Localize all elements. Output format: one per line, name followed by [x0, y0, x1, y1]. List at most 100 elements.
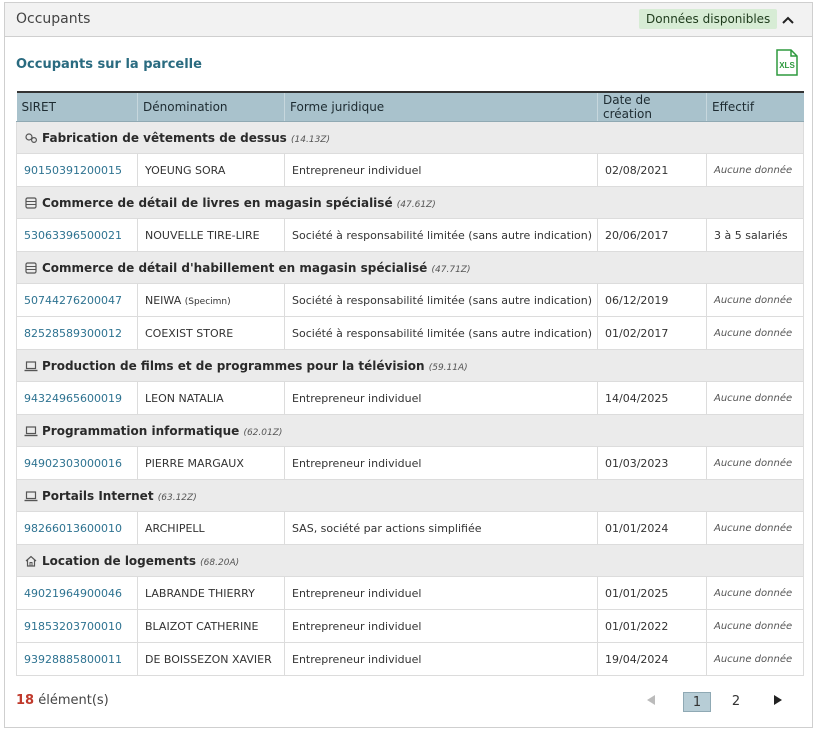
group-code: (63.12Z) [157, 492, 197, 503]
siret-link[interactable]: 49021964900046 [16, 576, 138, 610]
table-row: 94902303000016 PIERRE MARGAUX Entrepreneur… [16, 446, 804, 480]
page-1-button[interactable]: 1 [683, 692, 711, 712]
group-code: (47.61Z) [396, 199, 436, 210]
siret-link[interactable]: 94324965600019 [16, 381, 138, 415]
company-name: COEXIST STORE [137, 316, 285, 350]
company-name: LEON NATALIA [137, 381, 285, 415]
creation-date: 01/03/2023 [597, 446, 707, 480]
group-row: Location de logements (68.20A) [16, 544, 804, 577]
staff-count: Aucune donnée [706, 446, 804, 480]
laptop-icon [24, 424, 42, 438]
group-label: Fabrication de vêtements de dessus [42, 130, 287, 145]
group-label: Programmation informatique [42, 423, 240, 438]
table-row: 91853203700010 BLAIZOT CATHERINE Entrepren… [16, 609, 804, 643]
legal-form: Société à responsabilité limitée (sans a… [284, 218, 598, 252]
count-value: 18 [16, 693, 35, 708]
creation-date: 19/04/2024 [597, 642, 707, 676]
laptop-icon [24, 359, 42, 373]
laptop-icon [24, 489, 42, 503]
xls-label: XLS [779, 61, 795, 70]
count-label: élément(s) [38, 693, 109, 708]
group-row: Commerce de détail de livres en magasin … [16, 186, 804, 219]
house-icon [24, 554, 42, 568]
table-row: 82528589300012 COEXIST STORE Société à res… [16, 316, 804, 350]
company-name: LABRANDE THIERRY [137, 576, 285, 610]
company-name-text: NEIWA [145, 293, 182, 307]
siret-link[interactable]: 53063396500021 [16, 218, 138, 252]
company-name: ARCHIPELL [137, 511, 285, 545]
staff-count: Aucune donnée [706, 316, 804, 350]
xls-export-button[interactable]: XLS [772, 48, 800, 78]
section-title: Occupants sur la parcelle [16, 57, 202, 72]
panel-header[interactable]: Occupants Données disponibles [5, 3, 812, 37]
creation-date: 01/02/2017 [597, 316, 707, 350]
group-label: Commerce de détail d'habillement en maga… [42, 260, 428, 275]
triangle-right-icon [774, 695, 782, 705]
legal-form: Société à responsabilité limitée (sans a… [284, 316, 598, 350]
legal-form: Entrepreneur individuel [284, 576, 598, 610]
table-row: 49021964900046 LABRANDE THIERRY Entreprene… [16, 576, 804, 610]
availability-badge: Données disponibles [639, 9, 778, 29]
siret-link[interactable]: 90150391200015 [16, 153, 138, 187]
creation-date: 01/01/2025 [597, 576, 707, 610]
company-name: NOUVELLE TIRE-LIRE [137, 218, 285, 252]
group-cell: Commerce de détail d'habillement en maga… [16, 251, 804, 284]
siret-link[interactable]: 91853203700010 [16, 609, 138, 643]
group-row: Commerce de détail d'habillement en maga… [16, 251, 804, 284]
group-code: (68.20A) [200, 557, 240, 568]
table-row: 90150391200015 YOEUNG SORA Entrepreneur in… [16, 153, 804, 187]
table-header-row: SIRET Dénomination Forme juridique Date de … [16, 91, 804, 122]
creation-date: 06/12/2019 [597, 283, 707, 317]
group-cell: Programmation informatique (62.01Z) [16, 414, 804, 447]
staff-count: Aucune donnée [706, 609, 804, 643]
occupants-panel: Occupants Données disponibles Occupants … [4, 2, 813, 728]
group-code: (59.11A) [428, 362, 468, 373]
group-code: (62.01Z) [243, 427, 283, 438]
company-name-suffix: (Specimn) [184, 296, 231, 307]
group-label: Production de films et de programmes pou… [42, 358, 425, 373]
siret-link[interactable]: 93928885800011 [16, 642, 138, 676]
table-footer: 18 élément(s) 1 2 [5, 685, 812, 725]
collapse-button[interactable] [778, 10, 798, 30]
triangle-left-icon [647, 695, 655, 705]
column-header[interactable]: SIRET [16, 91, 138, 122]
result-count: 18 élément(s) [16, 693, 109, 708]
siret-link[interactable]: 50744276200047 [16, 283, 138, 317]
group-code: (47.71Z) [431, 264, 471, 275]
staff-count: Aucune donnée [706, 642, 804, 676]
chevron-up-icon [782, 16, 794, 24]
company-name: NEIWA (Specimn) [137, 283, 285, 317]
group-row: Portails Internet (63.12Z) [16, 479, 804, 512]
column-header[interactable]: Date de création [597, 91, 707, 122]
previous-page-button[interactable] [645, 694, 661, 710]
table-body: Fabrication de vêtements de dessus (14.1… [16, 121, 804, 676]
store-icon [24, 261, 42, 275]
column-header[interactable]: Dénomination [137, 91, 285, 122]
column-header[interactable]: Forme juridique [284, 91, 598, 122]
siret-link[interactable]: 82528589300012 [16, 316, 138, 350]
occupants-table: SIRET Dénomination Forme juridique Date de … [16, 91, 804, 676]
next-page-button[interactable] [772, 694, 788, 710]
legal-form: SAS, société par actions simplifiée [284, 511, 598, 545]
staff-count: Aucune donnée [706, 511, 804, 545]
store-icon [24, 196, 42, 210]
column-header[interactable]: Effectif [706, 91, 804, 122]
creation-date: 20/06/2017 [597, 218, 707, 252]
legal-form: Société à responsabilité limitée (sans a… [284, 283, 598, 317]
siret-link[interactable]: 94902303000016 [16, 446, 138, 480]
xls-file-icon: XLS [776, 49, 798, 76]
table-row: 50744276200047 NEIWA (Specimn) Société à r… [16, 283, 804, 317]
staff-count: 3 à 5 salariés [706, 218, 804, 252]
staff-count: Aucune donnée [706, 153, 804, 187]
group-cell: Location de logements (68.20A) [16, 544, 804, 577]
page-2-button[interactable]: 2 [722, 692, 750, 712]
company-name: PIERRE MARGAUX [137, 446, 285, 480]
table-row: 53063396500021 NOUVELLE TIRE-LIRE Société … [16, 218, 804, 252]
table-row: 93928885800011 DE BOISSEZON XAVIER Entrepr… [16, 642, 804, 676]
group-cell: Portails Internet (63.12Z) [16, 479, 804, 512]
group-cell: Production de films et de programmes pou… [16, 349, 804, 382]
company-name: BLAIZOT CATHERINE [137, 609, 285, 643]
siret-link[interactable]: 98266013600010 [16, 511, 138, 545]
creation-date: 02/08/2021 [597, 153, 707, 187]
group-row: Fabrication de vêtements de dessus (14.1… [16, 121, 804, 154]
